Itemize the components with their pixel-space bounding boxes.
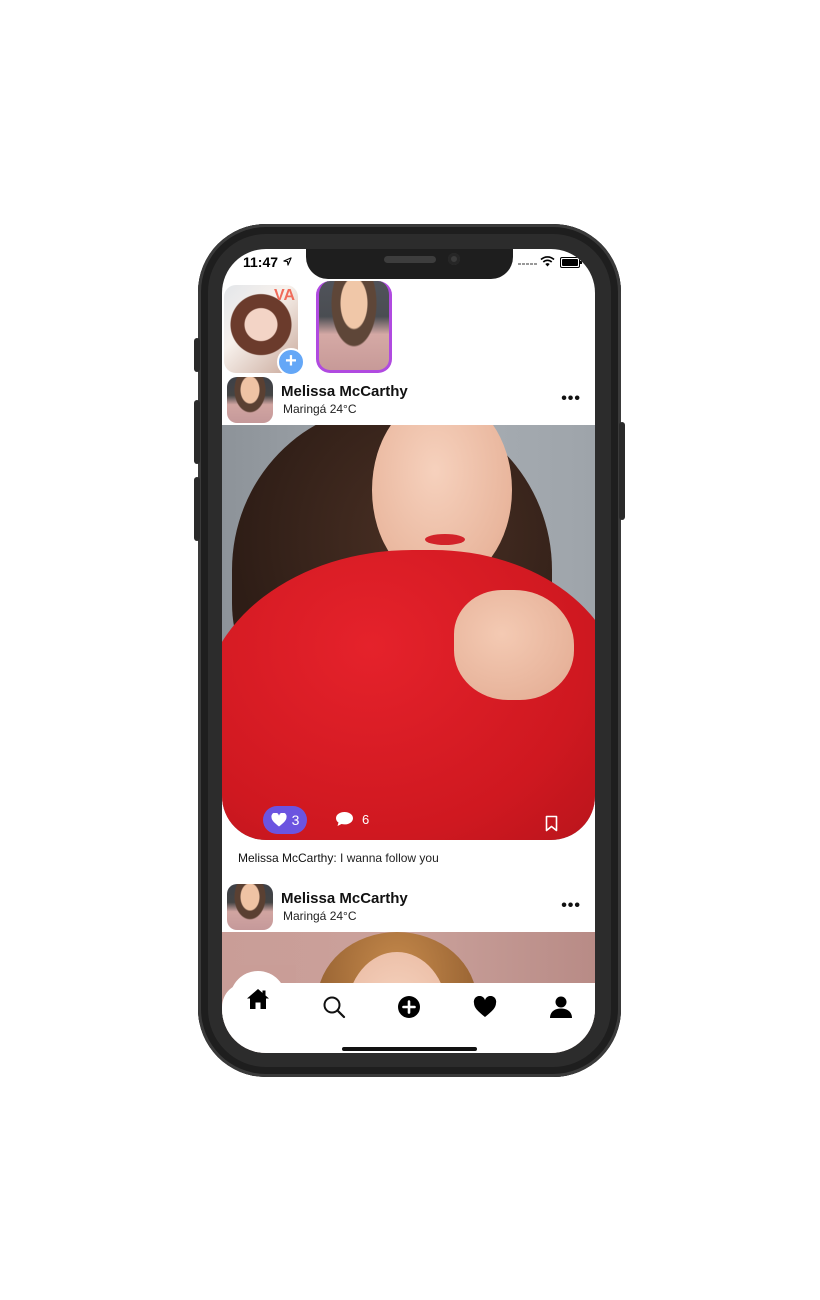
- post-image[interactable]: [222, 425, 595, 840]
- post-author[interactable]: Melissa McCarthy: [281, 383, 408, 400]
- mute-switch: [194, 338, 200, 372]
- bookmark-icon[interactable]: [545, 815, 558, 832]
- like-button[interactable]: 3: [263, 806, 307, 834]
- caption-author[interactable]: Melissa McCarthy: [238, 851, 333, 865]
- wifi-icon: [540, 256, 555, 267]
- tab-profile[interactable]: [547, 993, 575, 1021]
- caption-text: : I wanna follow you: [333, 851, 439, 865]
- app-screen: 11:47 VA + Melissa McCarthy Maringá 24°C…: [222, 249, 595, 1053]
- tab-search[interactable]: [320, 993, 348, 1021]
- notch: [306, 249, 513, 279]
- post-location: Maringá 24°C: [283, 909, 357, 923]
- power-button: [619, 422, 625, 520]
- post-header: Melissa McCarthy Maringá 24°C •••: [222, 377, 595, 425]
- comment-button[interactable]: 6: [335, 811, 369, 827]
- tab-home[interactable]: [230, 971, 286, 1027]
- comment-count: 6: [362, 811, 370, 827]
- home-icon: [247, 989, 269, 1009]
- front-camera: [448, 253, 460, 265]
- home-indicator[interactable]: [342, 1047, 477, 1051]
- tab-add[interactable]: [395, 993, 423, 1021]
- post-caption: Melissa McCarthy: I wanna follow you: [238, 851, 439, 865]
- search-icon: [323, 996, 346, 1019]
- add-circle-icon: [398, 996, 420, 1018]
- tab-activity[interactable]: [471, 993, 499, 1021]
- location-arrow-icon: [283, 257, 292, 266]
- post-location: Maringá 24°C: [283, 402, 357, 416]
- post-header: Melissa McCarthy Maringá 24°C •••: [222, 884, 595, 932]
- comment-icon: [336, 812, 353, 826]
- story-item[interactable]: [316, 281, 392, 373]
- status-time: 11:47: [243, 254, 279, 270]
- story-backdrop-text: VA: [273, 287, 295, 304]
- battery-icon: [560, 257, 582, 268]
- volume-down-button: [194, 477, 200, 541]
- heart-icon: [271, 813, 287, 827]
- avatar[interactable]: [227, 377, 273, 423]
- like-count: 3: [291, 812, 300, 828]
- add-story-button[interactable]: +: [277, 348, 305, 376]
- more-options-icon[interactable]: •••: [561, 897, 581, 915]
- speaker: [384, 256, 436, 263]
- profile-icon: [550, 996, 572, 1018]
- more-options-icon[interactable]: •••: [561, 390, 581, 408]
- cellular-signal-icon: [518, 263, 537, 265]
- heart-icon: [473, 996, 497, 1017]
- volume-up-button: [194, 400, 200, 464]
- avatar[interactable]: [227, 884, 273, 930]
- post-author[interactable]: Melissa McCarthy: [281, 890, 408, 907]
